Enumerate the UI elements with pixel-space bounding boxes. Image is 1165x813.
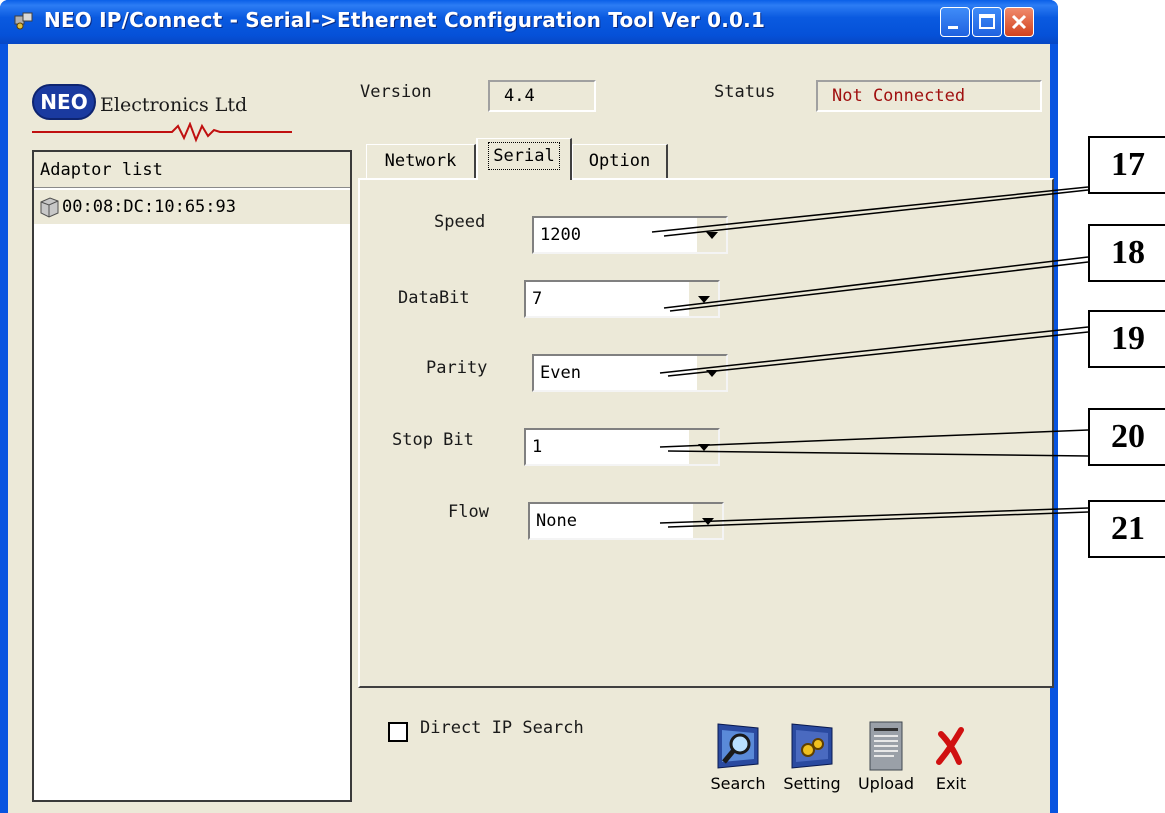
adaptor-mac-address: 00:08:DC:10:65:93 [62, 197, 236, 217]
status-field: Not Connected [816, 80, 1042, 112]
flow-select[interactable]: None [528, 502, 724, 540]
maximize-icon [979, 14, 995, 29]
speed-select[interactable]: 1200 [532, 216, 728, 254]
callout-18: 18 [1088, 224, 1165, 282]
speed-dropdown-icon[interactable] [696, 218, 726, 252]
tab-serial[interactable]: Serial [476, 138, 572, 180]
close-button[interactable] [1004, 7, 1034, 37]
speed-label: Speed [434, 212, 486, 232]
client-area: NEO Electronics Ltd Version 4.4 Status N… [8, 44, 1054, 813]
close-icon [1011, 14, 1027, 30]
setting-button[interactable]: Setting [774, 716, 850, 800]
stop-bit-value: 1 [532, 437, 543, 457]
app-icon [14, 12, 33, 30]
flow-dropdown-icon[interactable] [692, 504, 722, 538]
callout-21: 21 [1088, 500, 1165, 558]
maximize-button[interactable] [972, 7, 1002, 37]
upload-document-icon [869, 721, 903, 771]
parity-select[interactable]: Even [532, 354, 728, 392]
direct-ip-search-label: Direct IP Search [420, 718, 584, 738]
application-window: NEO IP/Connect - Serial->Ethernet Config… [0, 0, 1058, 813]
company-logo: NEO Electronics Ltd [32, 84, 292, 144]
callout-19: 19 [1088, 310, 1165, 368]
setting-button-label: Setting [783, 774, 841, 793]
upload-button-label: Upload [857, 774, 915, 793]
databit-select[interactable]: 7 [524, 280, 720, 318]
stop-bit-dropdown-icon[interactable] [688, 430, 718, 464]
callout-20: 20 [1088, 408, 1165, 466]
exit-button[interactable]: Exit [926, 716, 976, 800]
exit-button-label: Exit [935, 774, 967, 793]
logo-badge: NEO [32, 84, 96, 120]
adaptor-device-icon [40, 197, 59, 218]
title-bar[interactable]: NEO IP/Connect - Serial->Ethernet Config… [0, 0, 1058, 44]
callout-17: 17 [1088, 136, 1165, 194]
search-monitor-icon [717, 723, 759, 769]
tab-serial-label: Serial [488, 142, 560, 170]
flow-label: Flow [448, 502, 489, 522]
adaptor-list-panel[interactable]: Adaptor list 00:08:DC:10:65:93 [32, 150, 352, 802]
parity-dropdown-icon[interactable] [696, 356, 726, 390]
minimize-button[interactable] [940, 7, 970, 37]
tab-option[interactable]: Option [572, 144, 668, 180]
status-label: Status [714, 82, 776, 102]
setting-monitor-icon [791, 723, 833, 769]
minimize-icon [948, 26, 958, 29]
databit-dropdown-icon[interactable] [688, 282, 718, 316]
parity-label: Parity [426, 358, 488, 378]
tab-network[interactable]: Network [366, 144, 476, 180]
adaptor-list-header: Adaptor list [34, 152, 350, 188]
search-button[interactable]: Search [702, 716, 774, 800]
logo-company-name: Electronics Ltd [100, 94, 248, 116]
databit-value: 7 [532, 289, 543, 309]
direct-ip-search-checkbox[interactable] [388, 722, 408, 742]
databit-label: DataBit [398, 288, 470, 308]
parity-value: Even [540, 363, 581, 383]
exit-x-icon [936, 727, 964, 765]
upload-button[interactable]: Upload [852, 716, 920, 800]
stop-bit-select[interactable]: 1 [524, 428, 720, 466]
adaptor-list-item[interactable]: 00:08:DC:10:65:93 [34, 190, 350, 224]
window-title: NEO IP/Connect - Serial->Ethernet Config… [44, 8, 766, 32]
version-field: 4.4 [488, 80, 596, 112]
flow-value: None [536, 511, 577, 531]
version-label: Version [360, 82, 432, 102]
logo-waveform [32, 122, 292, 143]
search-button-label: Search [710, 774, 766, 793]
stop-bit-label: Stop Bit [392, 430, 474, 450]
speed-value: 1200 [540, 225, 581, 245]
